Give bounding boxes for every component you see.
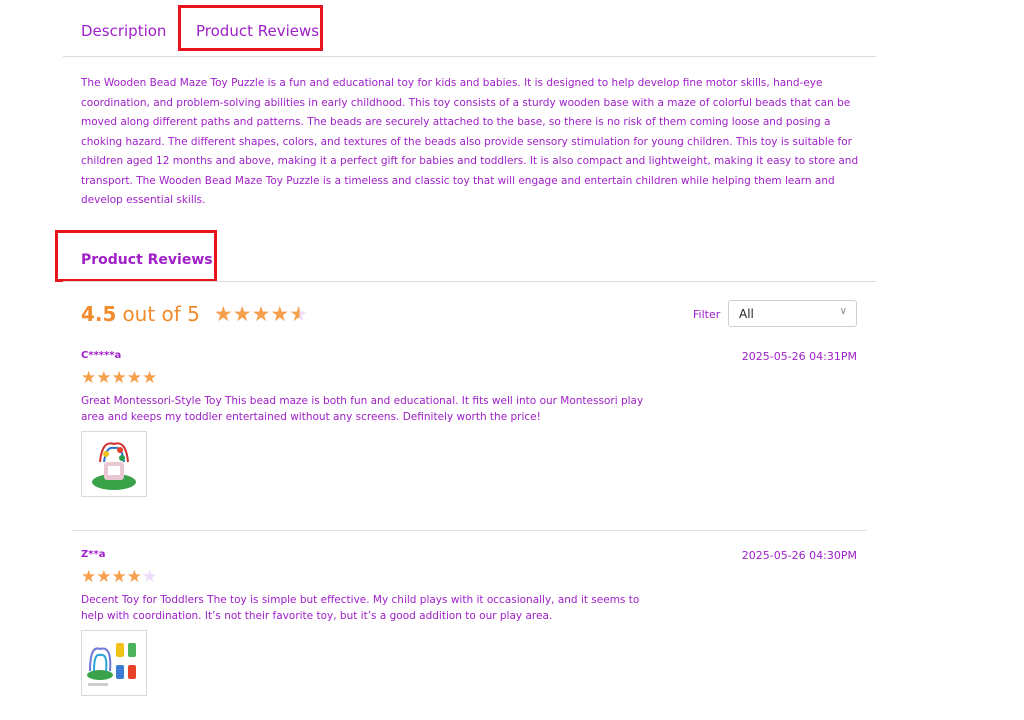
review-photo-thumbnail[interactable]: [81, 630, 147, 696]
score-out-of: out of 5: [122, 302, 200, 326]
review-text: Decent Toy for Toddlers The toy is simpl…: [81, 594, 640, 622]
average-score: 4.5: [81, 302, 117, 326]
star-empty-icon: ★: [142, 567, 158, 587]
review-item: C*****a 2025-05-26 04:31PM ★ ★ ★ ★ ★ Great M…: [81, 350, 857, 497]
highlight-box-tab: [178, 5, 323, 51]
product-description: The Wooden Bead Maze Toy Puzzle is a fun…: [81, 77, 859, 206]
chevron-down-icon: ∨: [839, 306, 847, 317]
review-username: C*****a: [81, 350, 122, 361]
star-filled-icon: ★: [213, 302, 233, 326]
star-filled-icon: ★: [142, 368, 158, 388]
filter-selected-value: All: [739, 307, 754, 321]
review-photo-thumbnail[interactable]: [81, 431, 147, 497]
star-filled-icon: ★: [96, 368, 112, 388]
review-text: Great Montessori-Style Toy This bead maz…: [81, 395, 644, 423]
section-divider: [63, 281, 876, 282]
star-filled-icon: ★: [126, 567, 142, 587]
filter-select[interactable]: All ∨: [728, 300, 857, 327]
review-username: Z**a: [81, 549, 106, 560]
review-rating-stars: ★ ★ ★ ★ ★: [81, 567, 857, 587]
review-date: 2025-05-26 04:30PM: [741, 549, 857, 562]
star-filled-icon: ★: [126, 368, 142, 388]
star-half-icon: ★: [289, 302, 309, 326]
star-filled-icon: ★: [81, 368, 97, 388]
average-rating-stars: ★ ★ ★ ★ ★: [214, 302, 308, 326]
review-date: 2025-05-26 04:31PM: [741, 350, 857, 363]
star-filled-icon: ★: [111, 368, 127, 388]
star-filled-icon: ★: [111, 567, 127, 587]
tab-description[interactable]: Description: [81, 22, 166, 40]
star-filled-icon: ★: [251, 302, 271, 326]
review-item: Z**a 2025-05-26 04:30PM ★ ★ ★ ★ ★ Decent Toy…: [81, 549, 857, 696]
rating-summary: 4.5 out of 5 ★ ★ ★ ★ ★: [81, 302, 308, 326]
star-filled-icon: ★: [81, 567, 97, 587]
filter-label: Filter: [693, 308, 721, 321]
star-filled-icon: ★: [232, 302, 252, 326]
review-divider: [72, 530, 867, 531]
review-rating-stars: ★ ★ ★ ★ ★: [81, 368, 857, 388]
star-filled-icon: ★: [96, 567, 112, 587]
star-filled-icon: ★: [270, 302, 290, 326]
reviews-section-title: Product Reviews: [81, 252, 213, 268]
